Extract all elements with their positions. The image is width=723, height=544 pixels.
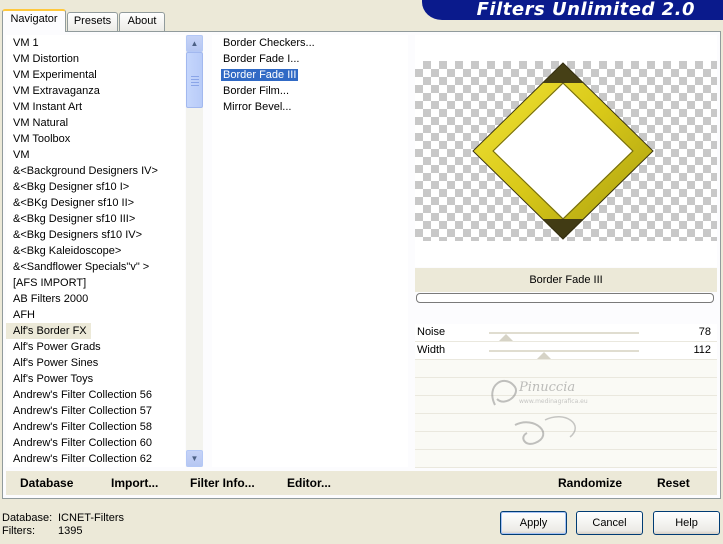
category-item[interactable]: &<BKg Designer sf10 II> xyxy=(6,195,185,211)
preview-filter-name: Border Fade III xyxy=(415,268,717,292)
category-item[interactable]: Andrew's Filter Collection 57 xyxy=(6,403,185,419)
chevron-up-icon: ▲ xyxy=(190,39,199,48)
preview-area xyxy=(415,35,717,267)
param-label: Noise xyxy=(417,326,446,338)
category-item[interactable]: &<Bkg Designers sf10 IV> xyxy=(6,227,185,243)
category-item[interactable]: VM 1 xyxy=(6,35,185,51)
category-item[interactable]: Alf's Border FX xyxy=(6,323,91,339)
category-item[interactable]: Andrew's Filter Collection 60 xyxy=(6,435,185,451)
scroll-down-button[interactable]: ▼ xyxy=(186,450,203,467)
filter-item[interactable]: Border Checkers... xyxy=(212,35,408,51)
filter-item-label: Mirror Bevel... xyxy=(223,101,292,113)
banner-title: Filters Unlimited 2.0 xyxy=(476,0,695,20)
database-button[interactable]: Database xyxy=(20,476,73,490)
category-item[interactable]: VM xyxy=(6,147,185,163)
scroll-thumb[interactable] xyxy=(186,52,203,108)
tab-navigator[interactable]: Navigator xyxy=(2,9,66,32)
category-item[interactable]: VM Experimental xyxy=(6,67,185,83)
preview-image xyxy=(415,61,717,241)
bottom-toolbar: Database Import... Filter Info... Editor… xyxy=(6,471,717,495)
status-database-label: Database: xyxy=(2,512,53,524)
chevron-down-icon: ▼ xyxy=(190,454,199,463)
cancel-button[interactable]: Cancel xyxy=(576,511,643,535)
title-banner: Filters Unlimited 2.0 xyxy=(422,0,723,20)
filter-item[interactable]: Border Fade III xyxy=(212,67,408,83)
filter-list[interactable]: Border Checkers... Border Fade I... Border… xyxy=(212,35,408,467)
slider-marker[interactable] xyxy=(499,334,513,341)
diamond-frame-preview xyxy=(472,62,654,240)
filter-item-label: Border Fade III xyxy=(221,69,299,81)
filter-item[interactable]: Border Fade I... xyxy=(212,51,408,67)
param-row-width[interactable]: Width 112 xyxy=(415,342,717,360)
category-item[interactable]: [AFS IMPORT] xyxy=(6,275,185,291)
filter-info-button[interactable]: Filter Info... xyxy=(190,476,255,490)
watermark-url: www.medinagrafica.eu xyxy=(519,398,588,405)
reset-button[interactable]: Reset xyxy=(657,476,690,490)
category-item[interactable]: Alf's Power Toys xyxy=(6,371,185,387)
param-value: 78 xyxy=(698,326,711,338)
category-item[interactable]: &<Background Designers IV> xyxy=(6,163,185,179)
randomize-button[interactable]: Randomize xyxy=(558,476,622,490)
category-item[interactable]: VM Extravaganza xyxy=(6,83,185,99)
category-item[interactable]: &<Sandflower Specials"v" > xyxy=(6,259,185,275)
status-filters-value: 1395 xyxy=(58,525,83,537)
category-item[interactable]: &<Bkg Designer sf10 I> xyxy=(6,179,185,195)
tab-presets[interactable]: Presets xyxy=(67,12,118,31)
param-row-empty xyxy=(415,450,717,468)
category-scrollbar[interactable]: ▲ ▼ xyxy=(186,35,203,467)
progress-bar xyxy=(416,293,714,303)
category-item[interactable]: VM Natural xyxy=(6,115,185,131)
category-item[interactable]: Andrew's Filter Collection 56 xyxy=(6,387,185,403)
param-label: Width xyxy=(417,344,446,356)
filter-item-label: Border Film... xyxy=(223,85,290,97)
editor-button[interactable]: Editor... xyxy=(287,476,331,490)
param-row-noise[interactable]: Noise 78 xyxy=(415,324,717,342)
category-item[interactable]: &<Bkg Designer sf10 III> xyxy=(6,211,185,227)
filter-item-label: Border Fade I... xyxy=(223,53,300,65)
category-item[interactable]: VM Toolbox xyxy=(6,131,185,147)
category-item[interactable]: Andrew's Filter Collection 58 xyxy=(6,419,185,435)
category-item[interactable]: Andrew's Filter Collection 62 xyxy=(6,451,185,467)
slider-marker[interactable] xyxy=(537,352,551,359)
watermark-logo: Pinuccia www.medinagrafica.eu xyxy=(491,380,588,445)
filter-item[interactable]: Mirror Bevel... xyxy=(212,99,408,115)
category-item[interactable]: Alf's Power Sines xyxy=(6,355,185,371)
tab-about[interactable]: About xyxy=(119,12,165,31)
category-item[interactable]: VM Distortion xyxy=(6,51,185,67)
category-item[interactable]: VM Instant Art xyxy=(6,99,185,115)
apply-button[interactable]: Apply xyxy=(500,511,567,535)
category-item[interactable]: Alf's Power Grads xyxy=(6,339,185,355)
watermark-name: Pinuccia xyxy=(518,380,575,395)
category-item[interactable]: &<Bkg Kaleidoscope> xyxy=(6,243,185,259)
param-value: 112 xyxy=(693,344,711,356)
category-list[interactable]: VM 1 VM Distortion VM Experimental VM Extra… xyxy=(6,35,185,467)
scroll-up-button[interactable]: ▲ xyxy=(186,35,203,52)
filter-item[interactable]: Border Film... xyxy=(212,83,408,99)
status-filters-label: Filters: xyxy=(2,525,35,537)
import-button[interactable]: Import... xyxy=(111,476,158,490)
filter-item-label: Border Checkers... xyxy=(223,37,315,49)
status-database: Database: ICNET-Filters xyxy=(2,512,124,524)
category-item[interactable]: AFH xyxy=(6,307,185,323)
status-filters: Filters: 1395 xyxy=(2,525,82,537)
help-button[interactable]: Help xyxy=(653,511,720,535)
status-database-value: ICNET-Filters xyxy=(58,512,124,524)
category-item[interactable]: AB Filters 2000 xyxy=(6,291,185,307)
